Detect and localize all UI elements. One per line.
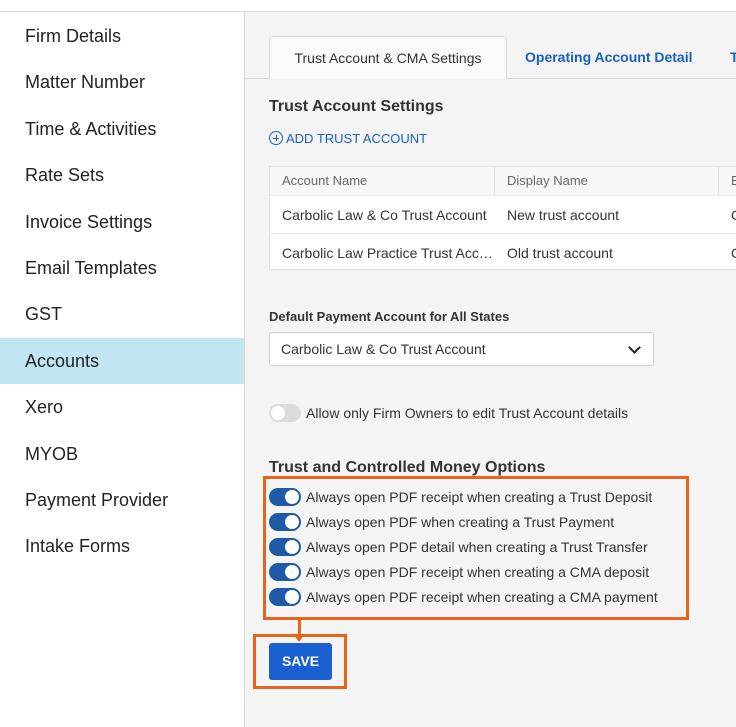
- trust-accounts-table: Account Name Display Name B Carbolic Law…: [269, 166, 736, 270]
- annotation-arrow-head: [293, 634, 305, 642]
- table-cell-third: C: [719, 234, 736, 272]
- sidebar-item-time-activities[interactable]: Time & Activities: [0, 106, 244, 152]
- chevron-down-icon: [628, 341, 641, 354]
- sidebar-item-accounts[interactable]: Accounts: [0, 338, 244, 384]
- settings-sidebar: Firm Details Matter Number Time & Activi…: [0, 12, 245, 727]
- default-payment-account-label: Default Payment Account for All States: [269, 309, 510, 324]
- option-row: Always open PDF receipt when creating a …: [269, 562, 649, 582]
- sidebar-item-xero[interactable]: Xero: [0, 384, 244, 430]
- table-cell-third: C: [719, 196, 736, 234]
- option-label: Always open PDF receipt when creating a …: [306, 564, 650, 580]
- trust-controlled-money-options-title: Trust and Controlled Money Options: [269, 459, 546, 476]
- option-label: Always open PDF receipt when creating a …: [306, 489, 653, 505]
- tab-trust-account-cma-settings[interactable]: Trust Account & CMA Settings: [269, 36, 507, 79]
- tab-more[interactable]: T: [730, 36, 736, 79]
- trust-transfer-pdf-toggle[interactable]: [269, 538, 301, 556]
- default-payment-account-value: Carbolic Law & Co Trust Account: [281, 341, 486, 357]
- table-cell-account-name[interactable]: Carbolic Law & Co Trust Account: [270, 196, 495, 234]
- column-header-display-name[interactable]: Display Name: [495, 167, 719, 195]
- toggle-knob: [285, 515, 299, 529]
- sidebar-item-gst[interactable]: GST: [0, 291, 244, 337]
- add-trust-account-label: ADD TRUST ACCOUNT: [286, 131, 428, 146]
- cma-payment-pdf-toggle[interactable]: [269, 588, 301, 606]
- sidebar-item-rate-sets[interactable]: Rate Sets: [0, 152, 244, 198]
- option-row: Always open PDF detail when creating a T…: [269, 537, 648, 557]
- save-button[interactable]: SAVE: [269, 643, 332, 680]
- cma-deposit-pdf-toggle[interactable]: [269, 563, 301, 581]
- option-row: Always open PDF receipt when creating a …: [269, 587, 658, 607]
- table-cell-display-name[interactable]: New trust account: [495, 196, 719, 234]
- firm-owners-toggle[interactable]: [269, 404, 301, 422]
- trust-deposit-pdf-toggle[interactable]: [269, 488, 301, 506]
- firm-owners-toggle-label: Allow only Firm Owners to edit Trust Acc…: [306, 405, 629, 421]
- sidebar-item-intake-forms[interactable]: Intake Forms: [0, 523, 244, 569]
- sidebar-item-payment-provider[interactable]: Payment Provider: [0, 477, 244, 523]
- add-trust-account-link[interactable]: ADD TRUST ACCOUNT: [269, 130, 427, 148]
- toggle-knob: [285, 490, 299, 504]
- toggle-knob: [285, 565, 299, 579]
- trust-account-settings-title: Trust Account Settings: [269, 98, 444, 115]
- toggle-knob: [271, 406, 285, 420]
- main-panel: Trust Account & CMA Settings Operating A…: [245, 12, 736, 727]
- plus-circle-icon: [269, 131, 283, 145]
- table-cell-display-name[interactable]: Old trust account: [495, 234, 719, 272]
- column-header-account-name[interactable]: Account Name: [270, 167, 495, 195]
- sidebar-item-matter-number[interactable]: Matter Number: [0, 59, 244, 105]
- column-header-third[interactable]: B: [719, 167, 736, 195]
- default-payment-account-select[interactable]: Carbolic Law & Co Trust Account: [269, 332, 654, 366]
- option-label: Always open PDF receipt when creating a …: [306, 589, 658, 605]
- toggle-knob: [285, 540, 299, 554]
- sidebar-item-myob[interactable]: MYOB: [0, 431, 244, 477]
- option-row: Always open PDF when creating a Trust Pa…: [269, 512, 614, 532]
- trust-payment-pdf-toggle[interactable]: [269, 513, 301, 531]
- toggle-knob: [285, 590, 299, 604]
- sidebar-item-invoice-settings[interactable]: Invoice Settings: [0, 199, 244, 245]
- sidebar-item-email-templates[interactable]: Email Templates: [0, 245, 244, 291]
- option-label: Always open PDF when creating a Trust Pa…: [306, 514, 615, 530]
- option-row: Always open PDF receipt when creating a …: [269, 487, 652, 507]
- firm-owners-toggle-row: Allow only Firm Owners to edit Trust Acc…: [269, 403, 628, 423]
- tab-operating-account-detail[interactable]: Operating Account Detail: [525, 36, 693, 79]
- option-label: Always open PDF detail when creating a T…: [306, 539, 648, 555]
- sidebar-item-firm-details[interactable]: Firm Details: [0, 13, 244, 59]
- table-cell-account-name[interactable]: Carbolic Law Practice Trust Account: [270, 234, 495, 272]
